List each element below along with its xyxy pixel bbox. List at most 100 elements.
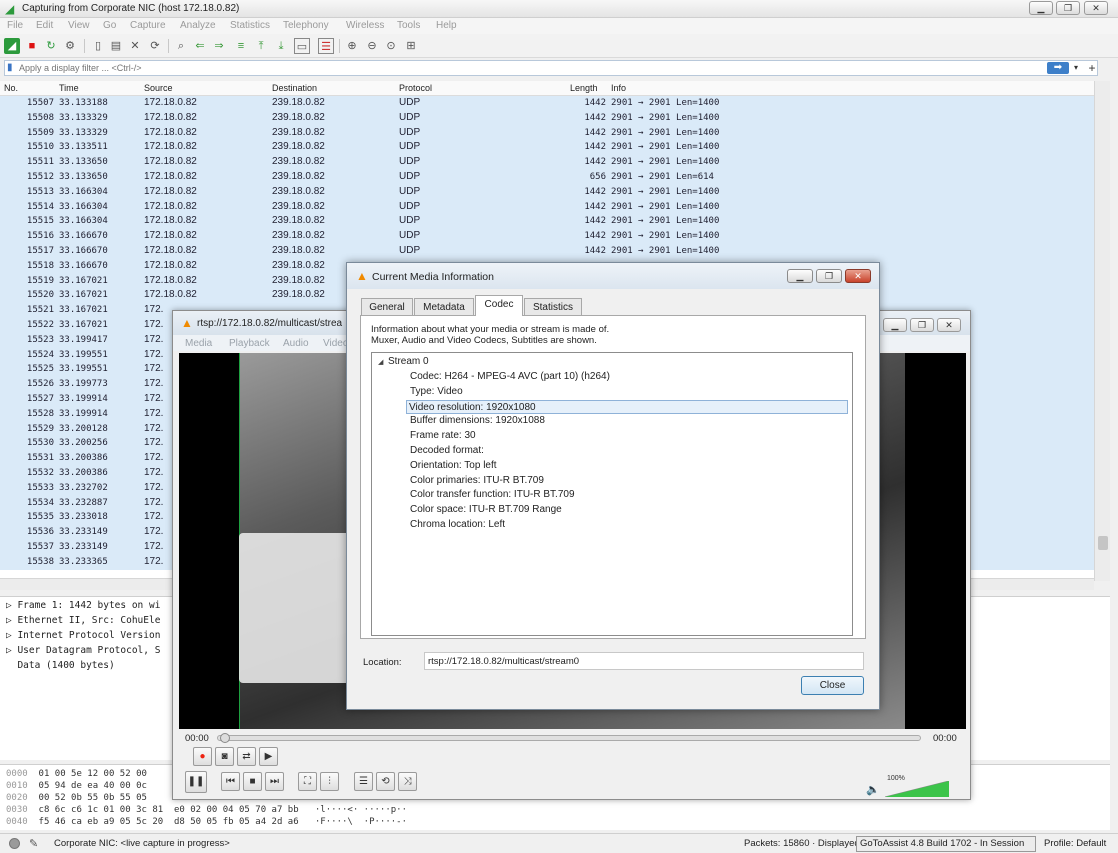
byte-row[interactable]: 0000 01 00 5e 12 00 52 00 [6,769,147,779]
packet-list-scrollbar[interactable] [1094,81,1110,581]
column-header-destination[interactable]: Destination [272,83,317,93]
tree-item[interactable]: Decoded format: [408,444,850,459]
vlc-close-button[interactable]: ✕ [937,318,961,332]
tree-item[interactable]: Color primaries: ITU-R BT.709 [408,474,850,489]
frame-step-icon[interactable]: ▶ [259,747,278,766]
bookmark-icon[interactable]: ▮ [7,62,15,74]
gotoassist-badge[interactable]: GoToAssist 4.8 Build 1702 - In Session [856,836,1036,852]
byte-row[interactable]: 0030 c8 6c c6 1c 01 00 3c 81 e0 02 00 04… [6,805,407,815]
tree-stream-0[interactable]: ◢ Stream 0 [378,356,429,367]
tree-item[interactable]: Chroma location: Left [408,518,850,533]
reload-file-icon[interactable]: ⟳ [147,38,163,54]
close-button[interactable]: ✕ [1084,1,1108,15]
byte-row[interactable]: 0020 00 52 0b 55 0b 55 05 [6,793,147,803]
tab-metadata[interactable]: Metadata [414,298,474,316]
close-file-icon[interactable]: ✕ [127,38,143,54]
stop-capture-icon[interactable]: ■ [24,38,40,54]
tree-item[interactable]: Buffer dimensions: 1920x1088 [408,414,850,429]
column-header-length[interactable]: Length [570,83,598,93]
record-icon[interactable]: ● [193,747,212,766]
table-row[interactable]: 15513 33.166304 172.18.0.82 239.18.0.82 UDP 1… [0,184,1110,200]
menu-file[interactable]: File [7,20,23,31]
tree-item[interactable]: Video resolution: 1920x1080 [406,399,848,415]
vlc-minimize-button[interactable]: ▁ [883,318,907,332]
pause-icon[interactable]: ❚❚ [185,771,207,793]
fullscreen-icon[interactable]: ⛶ [298,772,317,791]
tab-general[interactable]: General [361,298,413,316]
menu-edit[interactable]: Edit [36,20,53,31]
seek-knob[interactable] [220,733,230,743]
dialog-minimize-button[interactable]: ▁ [787,269,813,283]
tree-item[interactable]: Orientation: Top left [408,459,850,474]
next-icon[interactable]: ⏭ [265,772,284,791]
go-to-packet-icon[interactable]: ≡ [233,38,249,54]
vlc-menu-media[interactable]: Media [185,338,212,349]
menu-capture[interactable]: Capture [130,20,166,31]
previous-icon[interactable]: ⏮ [221,772,240,791]
detail-ethernet[interactable]: ▷ Ethernet II, Src: CohuEle [6,615,160,626]
tab-codec[interactable]: Codec [475,295,523,316]
add-filter-icon[interactable]: + [1086,60,1098,76]
zoom-in-icon[interactable]: ⊕ [344,38,360,54]
table-row[interactable]: 15507 33.133188 172.18.0.82 239.18.0.82 UDP 1… [0,96,1110,111]
vlc-menu-video[interactable]: Video [323,338,348,349]
column-header-protocol[interactable]: Protocol [399,83,432,93]
go-back-icon[interactable]: ⇐ [192,38,208,54]
codec-tree[interactable]: ◢ Stream 0 Codec: H264 - MPEG-4 AVC (part… [371,352,853,636]
table-row[interactable]: 15517 33.166670 172.18.0.82 239.18.0.82 UDP 1… [0,243,1110,259]
column-header-source[interactable]: Source [144,83,173,93]
restart-capture-icon[interactable]: ↻ [43,38,59,54]
playlist-icon[interactable]: ☰ [354,772,373,791]
find-packet-icon[interactable]: ⌕ [173,38,189,54]
byte-row[interactable]: 0010 05 94 de ea 40 00 0c [6,781,147,791]
detail-udp[interactable]: ▷ User Datagram Protocol, S [6,645,160,656]
loop-ab-icon[interactable]: ⇄ [237,747,256,766]
close-button[interactable]: Close [801,676,864,695]
byte-row[interactable]: 0040 f5 46 ca eb a9 05 5c 20 d8 50 05 fb… [6,817,407,827]
table-row[interactable]: 15511 33.133650 172.18.0.82 239.18.0.82 UDP 1… [0,155,1110,170]
menu-analyze[interactable]: Analyze [180,20,216,31]
last-packet-icon[interactable]: ⤓ [273,38,289,54]
tree-item[interactable]: Color space: ITU-R BT.709 Range [408,503,850,518]
vlc-maximize-button[interactable]: ❐ [910,318,934,332]
scrollbar-thumb[interactable] [1098,536,1108,550]
menu-statistics[interactable]: Statistics [230,20,270,31]
shuffle-icon[interactable]: ⤨ [398,772,417,791]
zoom-out-icon[interactable]: ⊖ [364,38,380,54]
maximize-button[interactable]: ❐ [1056,1,1080,15]
table-row[interactable]: 15512 33.133650 172.18.0.82 239.18.0.82 UDP 6… [0,169,1110,185]
column-header-time[interactable]: Time [59,83,79,93]
seek-bar[interactable] [217,733,921,743]
capture-options-icon[interactable]: ⚙ [62,38,78,54]
table-row[interactable]: 15508 33.133329 172.18.0.82 239.18.0.82 UDP 1… [0,110,1110,126]
table-row[interactable]: 15515 33.166304 172.18.0.82 239.18.0.82 UDP 1… [0,214,1110,230]
colorize-icon[interactable]: ☰ [318,38,334,54]
expand-arrow-icon[interactable]: ◢ [378,358,388,366]
table-row[interactable]: 15514 33.166304 172.18.0.82 239.18.0.82 UDP 1… [0,199,1110,215]
zoom-normal-icon[interactable]: ⊙ [383,38,399,54]
detail-data[interactable]: Data (1400 bytes) [6,660,114,671]
detail-ip[interactable]: ▷ Internet Protocol Version [6,630,160,641]
dialog-maximize-button[interactable]: ❐ [816,269,842,283]
table-row[interactable]: 15509 33.133329 172.18.0.82 239.18.0.82 UDP 1… [0,125,1110,141]
capture-status-icon[interactable] [9,838,20,849]
tree-item[interactable]: Frame rate: 30 [408,429,850,444]
tree-item[interactable]: Type: Video [408,385,850,400]
volume-slider[interactable] [885,781,949,797]
location-field[interactable] [424,652,864,670]
display-filter-input[interactable] [19,61,1039,75]
autoscroll-icon[interactable]: ▭ [294,38,310,54]
dialog-close-button[interactable]: ✕ [845,269,871,283]
table-row[interactable]: 15510 33.133511 172.18.0.82 239.18.0.82 UDP 1… [0,140,1110,156]
snapshot-icon[interactable]: ◙ [215,747,234,766]
column-header-info[interactable]: Info [611,83,626,93]
resize-columns-icon[interactable]: ⊞ [403,38,419,54]
menu-go[interactable]: Go [103,20,116,31]
apply-filter-icon[interactable]: ➡ [1047,62,1069,74]
tab-statistics[interactable]: Statistics [524,298,582,316]
vlc-menu-playback[interactable]: Playback [229,338,270,349]
vlc-menu-audio[interactable]: Audio [283,338,309,349]
comment-edit-icon[interactable]: ✎ [29,837,38,850]
first-packet-icon[interactable]: ⤒ [253,38,269,54]
menu-view[interactable]: View [68,20,90,31]
